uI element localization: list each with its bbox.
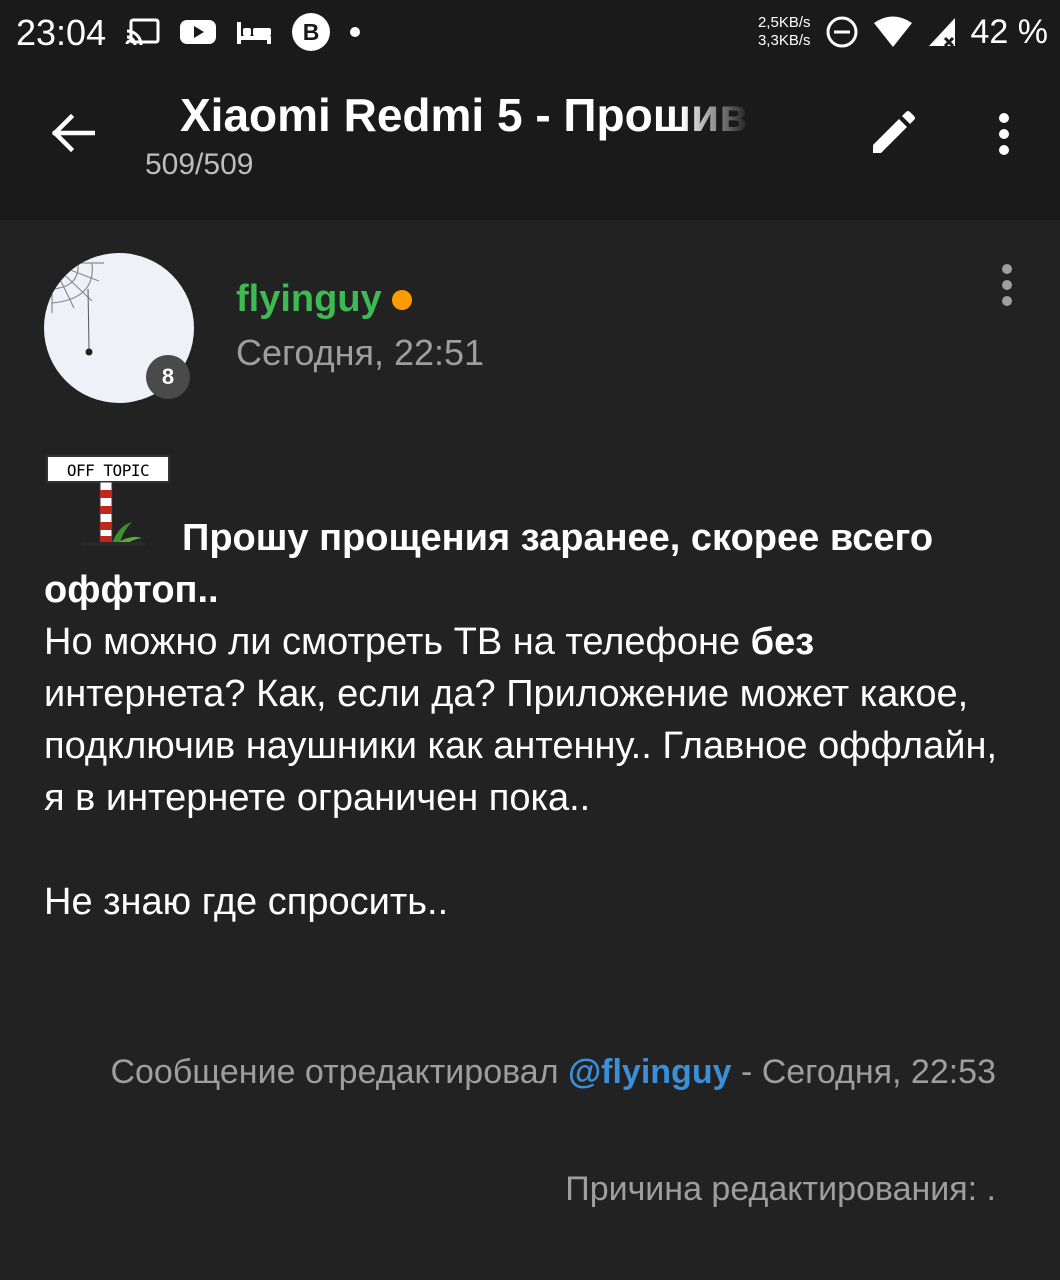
battery-percent: 42 % — [970, 12, 1049, 51]
edit-note: Сообщение отредактировал @flyinguy - Сег… — [76, 1046, 996, 1098]
bitcoin-icon: B — [292, 13, 330, 51]
more-vert-icon — [1002, 264, 1012, 306]
forum-post: 8 flyinguy Сегодня, 22:51 OFF TOPIC Прош… — [0, 220, 1060, 1280]
dot-icon — [350, 27, 360, 37]
status-time: 23:04 — [16, 12, 107, 53]
post-closing: Не знаю где спросить.. — [44, 881, 449, 923]
network-speed: 2,5KB/s 3,3KB/s — [758, 14, 811, 50]
author-row: flyinguy — [236, 278, 412, 321]
signal-icon — [928, 18, 955, 48]
overflow-menu-button[interactable] — [980, 104, 1028, 164]
question-text-start: Но можно ли смотреть ТВ на телефоне — [44, 621, 751, 663]
svg-text:B: B — [303, 19, 320, 45]
author-name[interactable]: flyinguy — [236, 278, 382, 321]
post-body: Прошу прощения заранее, скорее всего офф… — [44, 512, 1004, 928]
status-icons-left: B — [125, 13, 361, 51]
status-icons-right: 2,5KB/s 3,3KB/s 42 % — [758, 10, 1048, 54]
edit-note-suffix: - Сегодня, 22:53 — [731, 1053, 996, 1091]
online-status-indicator — [391, 289, 412, 310]
paragraph-spacer — [44, 824, 1004, 876]
edit-note-prefix: Сообщение отредактировал — [110, 1053, 568, 1091]
question-text-bold: без — [750, 621, 815, 663]
post-menu-button[interactable] — [990, 260, 1024, 310]
pencil-icon — [873, 111, 915, 153]
edit-note-user-link[interactable]: @flyinguy — [568, 1053, 732, 1091]
app-bar: Xiaomi Redmi 5 - Прошивки 509/509 — [0, 66, 1060, 220]
more-vert-icon — [999, 113, 1009, 155]
topic-page-count: 509/509 — [145, 148, 254, 181]
status-bar: 23:04 B 2,5KB/s 3,3KB/s 42 % — [0, 0, 1060, 66]
offtopic-sign-text: OFF TOPIC — [67, 461, 149, 480]
hotel-icon — [237, 22, 271, 44]
dnd-icon — [826, 16, 857, 48]
post-heading-text: Прошу прощения заранее, скорее всего офф… — [44, 517, 934, 611]
reputation-badge[interactable]: 8 — [146, 355, 190, 399]
topic-title: Xiaomi Redmi 5 - Прошивки — [180, 89, 750, 141]
speed-up: 2,5KB/s — [757, 14, 811, 31]
post-question: Но можно ли смотреть ТВ на телефоне без … — [44, 616, 1004, 824]
question-text-end: интернета? Как, если да? Приложение може… — [44, 673, 998, 819]
youtube-icon — [180, 20, 216, 44]
post-heading: Прошу прощения заранее, скорее всего офф… — [44, 512, 1004, 616]
post-date: Сегодня, 22:51 — [236, 332, 485, 373]
cast-icon — [125, 18, 160, 46]
edit-button[interactable] — [862, 104, 922, 164]
speed-down: 3,3KB/s — [757, 32, 811, 49]
arrow-back-icon — [51, 113, 95, 153]
edit-reason: Причина редактирования: . — [565, 1170, 996, 1208]
wifi-icon — [873, 16, 912, 47]
back-button[interactable] — [46, 106, 100, 160]
